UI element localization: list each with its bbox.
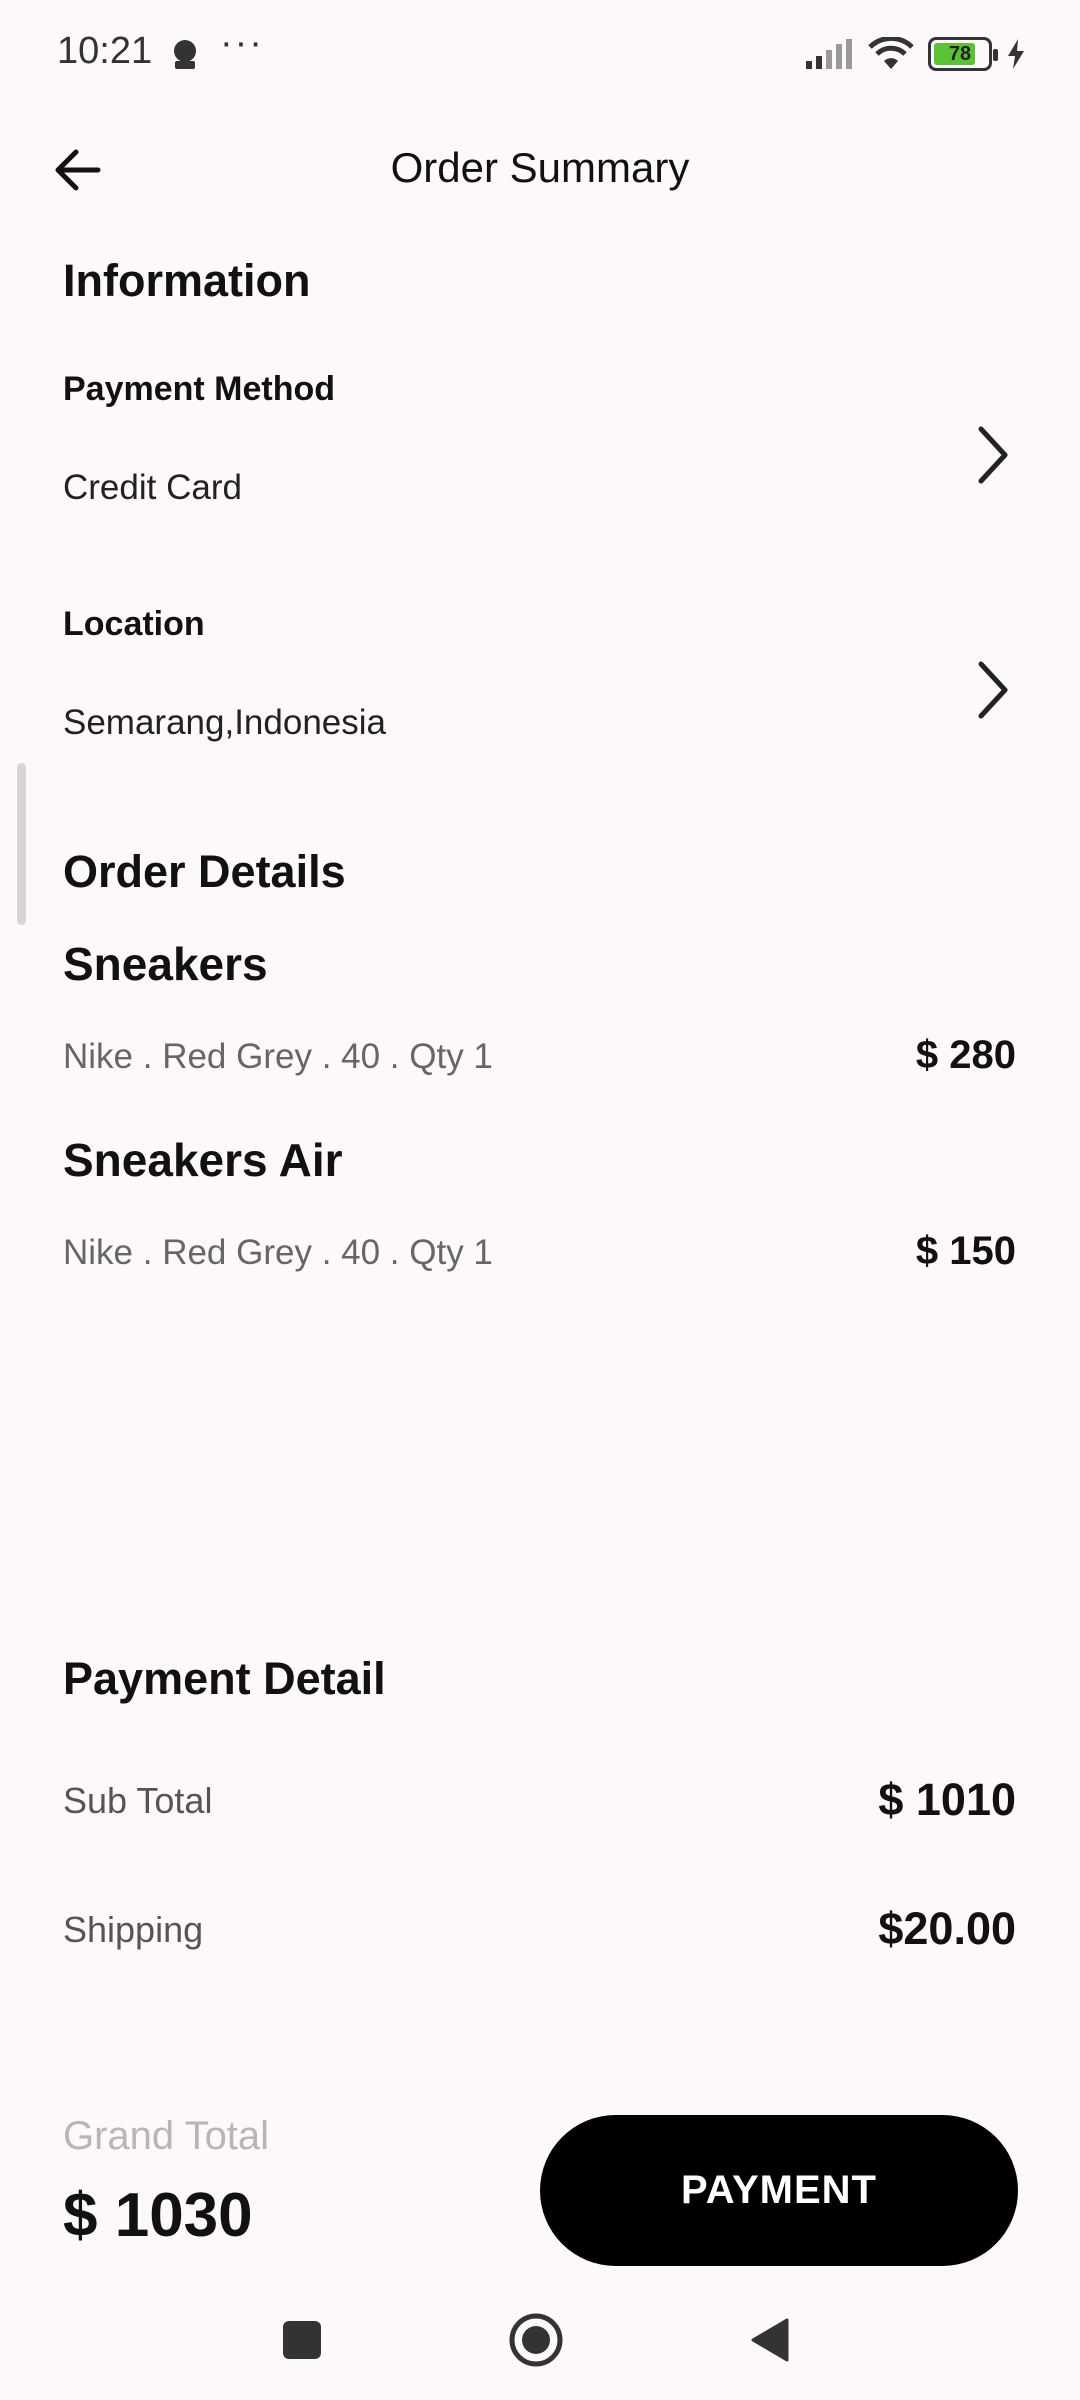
back-nav-button[interactable] — [730, 2300, 810, 2380]
wifi-icon — [868, 37, 914, 69]
recents-button[interactable] — [262, 2300, 342, 2380]
payment-button[interactable]: PAYMENT — [540, 2115, 1018, 2266]
home-circle-icon — [509, 2313, 563, 2367]
battery-level: 78 — [948, 42, 972, 65]
payment-method-row[interactable]: Payment Method Credit Card — [0, 370, 1080, 560]
system-nav-bar — [0, 2272, 1080, 2400]
shipping-value: $20.00 — [878, 1903, 1016, 1954]
more-notifications-icon: ··· — [220, 22, 264, 64]
subtotal-value: $ 1010 — [878, 1774, 1016, 1825]
charging-icon — [1008, 39, 1024, 69]
order-item-desc: Nike . Red Grey . 40 . Qty 1 — [63, 1037, 493, 1076]
order-item-name: Sneakers Air — [63, 1134, 343, 1186]
payment-method-label: Payment Method — [63, 370, 336, 408]
location-row[interactable]: Location Semarang,Indonesia — [0, 605, 1080, 795]
status-time: 10:21 — [57, 30, 153, 72]
order-details-section-title: Order Details — [63, 846, 346, 897]
notification-icon — [174, 40, 196, 69]
order-item-desc: Nike . Red Grey . 40 . Qty 1 — [63, 1233, 493, 1272]
triangle-back-icon — [751, 2318, 789, 2362]
payment-detail-section-title: Payment Detail — [63, 1653, 386, 1704]
battery-icon: 78 — [928, 37, 998, 71]
grand-total-label: Grand Total — [63, 2114, 270, 2158]
grand-total-value: $ 1030 — [63, 2181, 253, 2250]
page-title: Order Summary — [390, 144, 690, 191]
payment-method-value: Credit Card — [63, 468, 242, 507]
signal-icon — [806, 39, 852, 69]
chevron-right-icon[interactable] — [968, 655, 1018, 725]
scroll-indicator — [17, 763, 26, 925]
chevron-right-icon[interactable] — [968, 420, 1018, 490]
shipping-label: Shipping — [63, 1909, 204, 1950]
status-icons: 78 — [806, 32, 1026, 76]
order-item-name: Sneakers — [63, 938, 268, 990]
home-button[interactable] — [496, 2300, 576, 2380]
top-app-bar: Order Summary — [0, 120, 1080, 220]
status-bar: 10:21 ··· 78 — [0, 0, 1080, 110]
square-icon — [283, 2321, 321, 2359]
information-section-title: Information — [63, 255, 311, 306]
order-item-price: $ 150 — [915, 1229, 1016, 1273]
order-item-price: $ 280 — [915, 1033, 1016, 1077]
location-label: Location — [63, 605, 205, 643]
location-value: Semarang,Indonesia — [63, 703, 386, 742]
subtotal-label: Sub Total — [63, 1780, 213, 1821]
